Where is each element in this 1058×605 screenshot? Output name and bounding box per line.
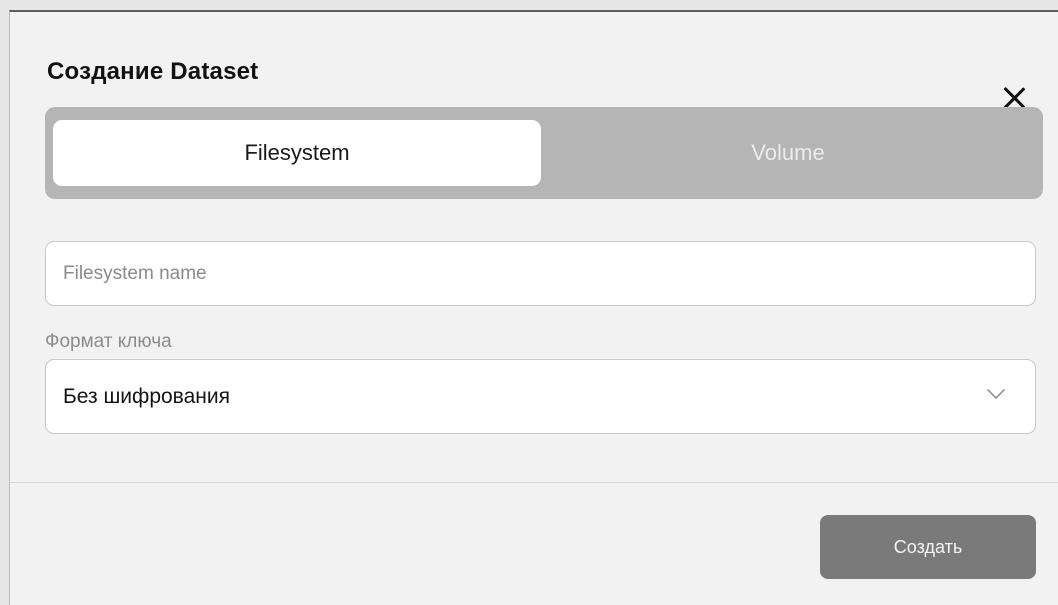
tab-filesystem[interactable]: Filesystem (53, 120, 541, 186)
create-dataset-dialog: Создание Dataset Filesystem Volume Форма… (9, 10, 1058, 605)
dataset-type-tabs: Filesystem Volume (45, 107, 1043, 199)
footer-divider (10, 482, 1058, 483)
dialog-title: Создание Dataset (47, 58, 259, 85)
filesystem-name-input[interactable] (45, 241, 1036, 306)
key-format-selected-value: Без шифрования (63, 385, 230, 408)
tab-volume[interactable]: Volume (541, 120, 1035, 186)
key-format-select[interactable]: Без шифрования (45, 359, 1036, 434)
create-button[interactable]: Создать (820, 515, 1036, 579)
chevron-down-icon (987, 389, 1005, 399)
key-format-label: Формат ключа (45, 331, 172, 352)
